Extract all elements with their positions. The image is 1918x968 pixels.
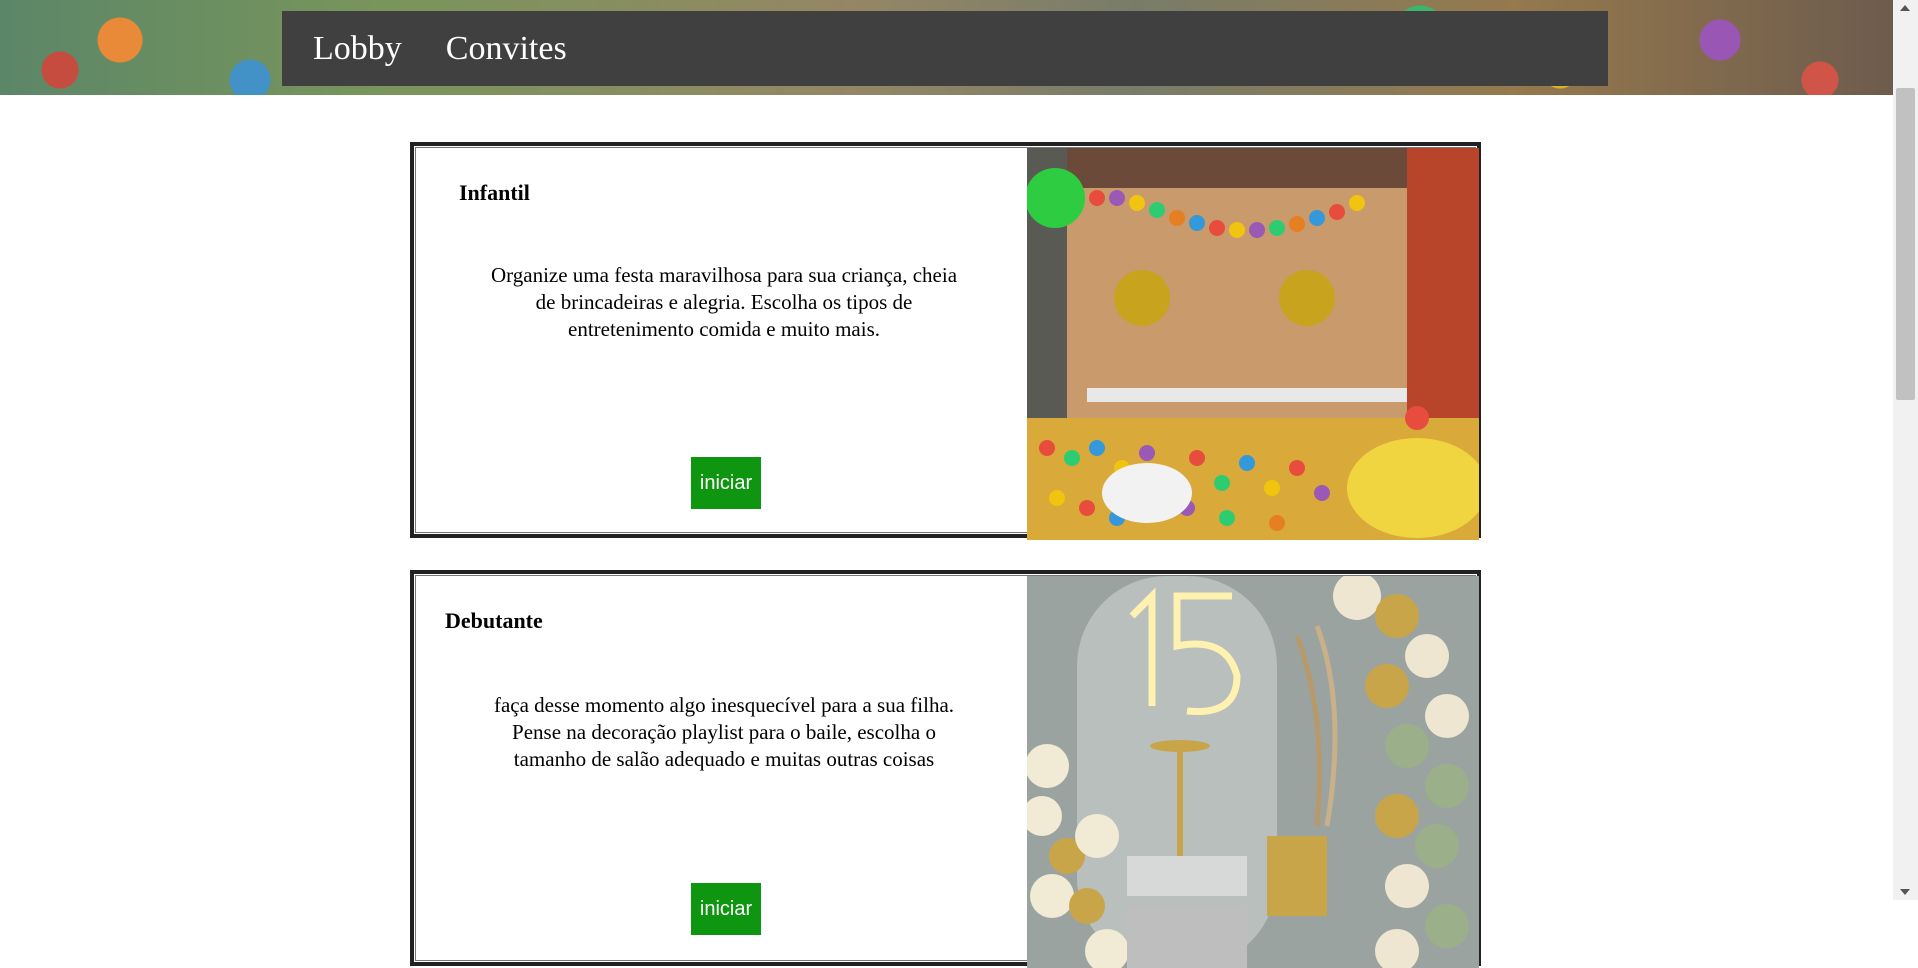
scrollbar-thumb[interactable] — [1896, 88, 1915, 400]
vertical-scrollbar[interactable] — [1893, 0, 1918, 900]
top-nav: Lobby Convites — [282, 11, 1608, 86]
nav-link-lobby[interactable]: Lobby — [313, 30, 402, 68]
kids-party-illustration — [1027, 148, 1479, 540]
start-button[interactable]: iniciar — [691, 883, 761, 935]
start-button[interactable]: iniciar — [691, 457, 761, 509]
card-description: Organize uma festa maravilhosa para sua … — [490, 263, 958, 341]
kids-party-photo — [1027, 148, 1479, 540]
scroll-down-arrow-icon[interactable] — [1900, 889, 1910, 895]
party-card-debutante: Debutante faça desse momento algo inesqu… — [410, 570, 1481, 968]
party-card-infantil: Infantil Organize uma festa maravilhosa … — [410, 142, 1481, 540]
scroll-up-arrow-icon[interactable] — [1900, 5, 1910, 11]
nav-link-convites[interactable]: Convites — [446, 30, 567, 68]
card-title: Debutante — [445, 608, 543, 633]
debutante-party-photo — [1027, 576, 1479, 968]
card-title: Infantil — [459, 180, 530, 205]
card-description: faça desse momento algo inesquecível par… — [493, 693, 955, 771]
debutante-party-illustration — [1027, 576, 1479, 968]
